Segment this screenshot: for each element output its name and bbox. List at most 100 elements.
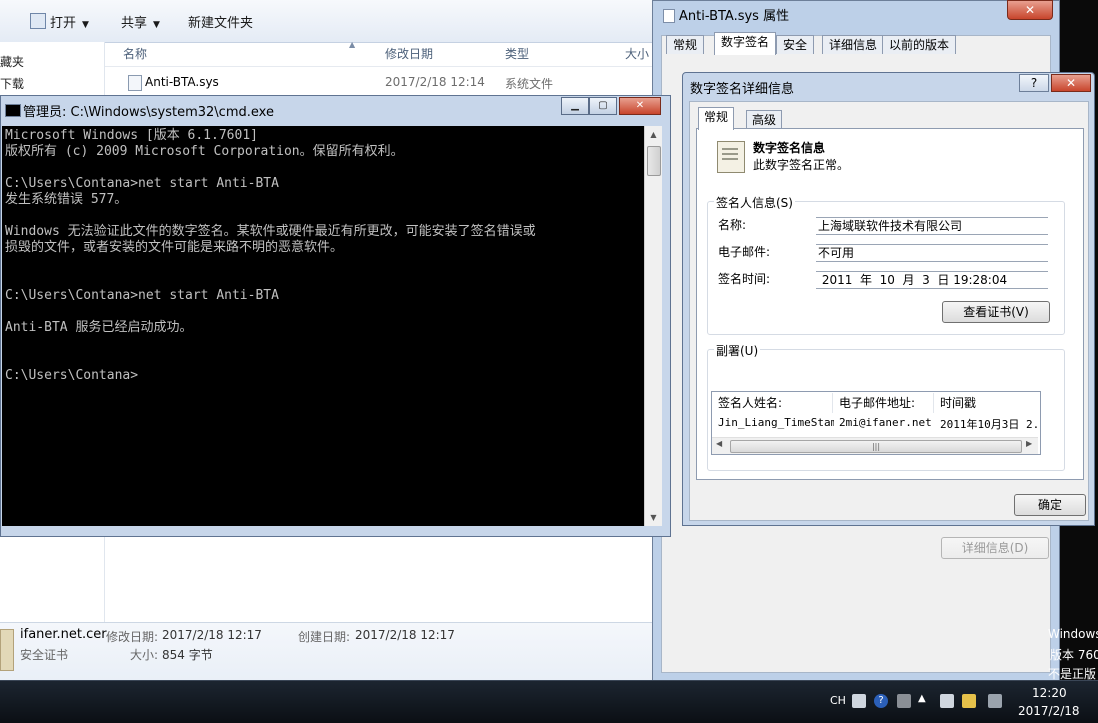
tab-security[interactable]: 安全 [776,35,815,54]
desktop-text-line2: 版本 7601 [1050,648,1098,662]
share-button[interactable]: 共享 ▼ [121,12,160,31]
cmd-icon [5,104,21,117]
vertical-scrollbar[interactable]: ▲ ▼ [644,126,662,526]
network-icon[interactable] [988,694,1002,708]
console-line: 版权所有 (c) 2009 Microsoft Corporation。保留所有… [5,144,404,159]
cmd-window: 管理员: C:\Windows\system32\cmd.exe ▁ ▢ ✕ M… [0,95,671,537]
settings-icon[interactable] [897,694,911,708]
chevron-down-icon: ▼ [153,20,160,30]
countersignature-list[interactable]: 签名人姓名: 电子邮件地址: 时间戳 Jin_Liang_TimeStamp 2… [711,391,1041,455]
view-certificate-button[interactable]: 查看证书(V) [942,301,1050,323]
scrollbar-thumb[interactable] [647,146,661,176]
email-label: 电子邮件: [718,245,771,259]
email-field[interactable]: 不可用 [816,244,1048,262]
close-button[interactable]: ✕ [619,97,661,115]
signer-info-label: 签名人信息(S) [714,194,795,211]
console-line: 发生系统错误 577。 [5,192,128,207]
signature-details-dialog: 数字签名详细信息 ? ✕ 常规 高级 数字签名信息 此数字签名正常。 签名人信息… [682,72,1095,559]
help-icon[interactable]: ? [874,694,888,708]
signing-time-label: 签名时间: [718,272,771,286]
console-line: C:\Users\Contana>net start Anti-BTA [5,288,279,303]
open-button[interactable]: 打开 ▼ [30,12,89,31]
column-email[interactable]: 电子邮件地址: [833,393,934,413]
dialog-body: 常规 高级 数字签名信息 此数字签名正常。 签名人信息(S) 名称: 上海域联软… [689,101,1089,559]
cmd-title: 管理员: C:\Windows\system32\cmd.exe [23,105,274,120]
file-name: Anti-BTA.sys [145,75,219,89]
console-line: C:\Users\Contana>net start Anti-BTA [5,176,279,191]
dialog-title: 数字签名详细信息 [690,82,795,97]
file-modified: 2017/2/18 12:14 [385,75,485,89]
action-center-icon[interactable] [962,694,976,708]
console-line: C:\Users\Contana> [5,368,139,383]
console-line: 损毁的文件，或者安装的文件可能是来路不明的恶意软件。 [5,240,344,255]
scroll-down-icon[interactable]: ▼ [645,509,662,526]
details-modified-label: 修改日期: [106,630,159,644]
new-folder-button[interactable]: 新建文件夹 [188,12,253,31]
signing-time-field[interactable]: 2011 年 10 月 3 日 19:28:04 [816,271,1048,289]
details-created-label: 创建日期: [298,630,351,644]
console-output[interactable]: Microsoft Windows [版本 6.1.7601] 版权所有 (c)… [2,126,644,526]
sort-arrow-icon: ▲ [349,40,356,49]
tab-general[interactable]: 常规 [666,35,705,54]
console-line: Windows 无法验证此文件的数字签名。某软件或硬件最近有所更改，可能安装了签… [5,224,536,239]
console-line: Anti-BTA 服务已经启动成功。 [5,320,193,335]
signer-info-group: 签名人信息(S) 名称: 上海域联软件技术有限公司 电子邮件: 不可用 签名时间… [707,194,1065,335]
details-modified: 2017/2/18 12:17 [162,628,262,642]
desktop-text-line1: Windows 7 [1048,627,1098,641]
column-type[interactable]: 类型 [505,45,529,62]
scrollbar-thumb[interactable]: ||| [730,440,1022,453]
section-title: 数字签名信息 [753,141,826,155]
clock-time[interactable]: 12:20 [1032,686,1067,700]
close-button[interactable]: ✕ [1051,74,1091,92]
details-button[interactable]: 详细信息(D) [941,537,1049,559]
properties-title: Anti-BTA.sys 属性 [679,9,790,24]
cs-email: 2mi@ifaner.net [839,416,931,429]
close-button[interactable]: ✕ [1007,0,1053,20]
scroll-up-icon[interactable]: ▲ [645,126,662,143]
details-filename: ifaner.net.cer [20,627,107,642]
chevron-down-icon: ▼ [82,20,89,30]
column-modified[interactable]: 修改日期 [385,45,433,62]
tab-advanced[interactable]: 高级 [746,110,783,129]
file-type: 系统文件 [505,77,554,91]
file-icon [663,9,675,23]
language-indicator[interactable]: CH [830,694,846,707]
keyboard-icon[interactable] [852,694,866,708]
tab-digital-signatures[interactable]: 数字签名 [714,32,777,55]
certificate-icon [717,141,745,173]
horizontal-scrollbar[interactable]: ◀ ||| ▶ [712,437,1038,454]
tab-previous-versions[interactable]: 以前的版本 [882,35,957,54]
certificate-file-icon [0,629,14,671]
system-file-icon [128,75,142,91]
tab-general[interactable]: 常规 [698,107,735,130]
clock-date[interactable]: 2017/2/18 [1018,704,1080,718]
column-size[interactable]: 大小 [625,45,649,62]
show-hidden-icons-icon[interactable]: ▲ [918,693,926,704]
details-size: 854 字节 [162,648,213,662]
name-field[interactable]: 上海域联软件技术有限公司 [816,217,1048,235]
column-signer-name[interactable]: 签名人姓名: [712,393,833,413]
tab-details[interactable]: 详细信息 [822,35,885,54]
name-label: 名称: [718,218,747,232]
ok-button[interactable]: 确定 [1014,494,1086,516]
scroll-left-icon[interactable]: ◀ [716,439,722,448]
column-timestamp[interactable]: 时间戳 [934,393,1040,413]
open-icon [30,13,46,29]
nav-item-downloads[interactable]: 下载 [0,75,24,92]
maximize-button[interactable]: ▢ [589,97,617,115]
safely-remove-icon[interactable] [940,694,954,708]
taskbar: CH ? ▲ 12:20 2017/2/18 [0,680,1098,723]
scroll-right-icon[interactable]: ▶ [1026,439,1032,448]
column-name[interactable]: 名称 [123,45,147,62]
minimize-button[interactable]: ▁ [561,97,589,115]
details-size-label: 大小: [130,648,159,662]
cs-timestamp: 2011年10月3日 2... [940,418,1038,431]
details-type: 安全证书 [20,648,69,662]
tab-panel: 数字签名信息 此数字签名正常。 签名人信息(S) 名称: 上海域联软件技术有限公… [696,128,1084,559]
nav-item-favorites[interactable]: 藏夹 [0,53,24,70]
signature-status: 此数字签名正常。 [753,158,850,172]
cs-signer-name: Jin_Liang_TimeStamp [718,416,834,429]
countersignatures-label: 副署(U) [714,342,761,359]
help-button[interactable]: ? [1019,74,1049,92]
console-line: Microsoft Windows [版本 6.1.7601] [5,128,258,143]
